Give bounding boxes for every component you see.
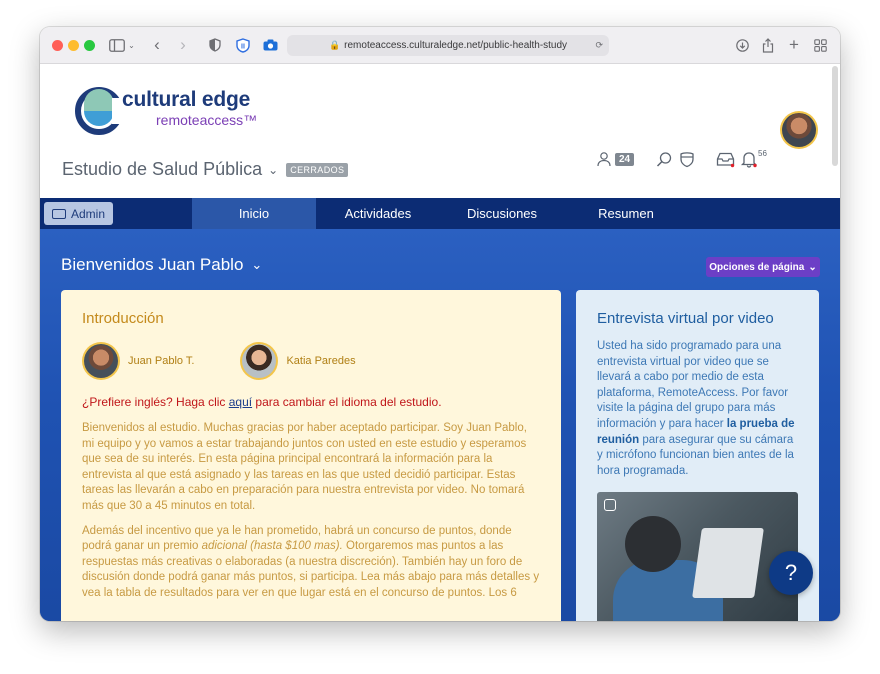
admin-label: Admin — [71, 206, 106, 221]
forward-button[interactable]: › — [176, 35, 190, 55]
chevron-down-icon: ⌄ — [268, 162, 279, 177]
tab-inicio[interactable]: Inicio — [192, 198, 316, 229]
chevron-down-icon: ⌄ — [808, 261, 817, 273]
team-member[interactable]: Katia Paredes — [240, 342, 356, 380]
web-page: cultural edge remoteaccess™ 24 56 Estudi… — [40, 64, 840, 621]
welcome-menu[interactable]: Bienvenidos Juan Pablo ⌄ — [61, 255, 262, 275]
browser-toolbar: ⌄ ‹ › II 🔒 remoteaccess.culturaledge.net… — [40, 27, 840, 64]
privacy-shield-icon[interactable] — [208, 35, 222, 55]
participants-count: 24 — [615, 152, 635, 166]
intro-paragraph: Bienvenidos al estudio. Muchas gracias p… — [82, 422, 527, 512]
main-nav: Admin Inicio Actividades Discusiones Res… — [40, 198, 840, 229]
camera-extension-icon[interactable] — [262, 35, 278, 55]
study-selector[interactable]: Estudio de Salud Pública ⌄ CERRADOS — [62, 159, 349, 180]
tab-overview-icon[interactable] — [812, 35, 828, 55]
tab-discusiones[interactable]: Discusiones — [440, 198, 564, 229]
video-card-title: Entrevista virtual por video — [597, 310, 774, 327]
tab-label: Actividades — [344, 206, 412, 221]
page-scrollbar[interactable] — [832, 66, 838, 166]
zoom-window-button[interactable] — [84, 40, 95, 51]
address-bar[interactable]: 🔒 remoteaccess.culturaledge.net/public-h… — [287, 35, 609, 56]
team-member-name: Juan Pablo T. — [128, 355, 195, 367]
intro-paragraph-emphasis: adicional (hasta $100 mas). — [201, 540, 343, 553]
sidebar-toggle-icon[interactable]: ⌄ — [108, 35, 136, 55]
video-interview-image — [597, 492, 798, 621]
intro-title: Introducción — [82, 310, 164, 327]
tab-label: Resumen — [598, 206, 654, 221]
user-icon — [597, 152, 611, 167]
user-avatar[interactable] — [780, 111, 818, 149]
intro-card: Introducción Juan Pablo T. Katia Paredes… — [61, 290, 561, 621]
reload-icon[interactable]: ⟳ — [595, 40, 603, 51]
intro-paragraph: Además del incentivo que ya le han prome… — [82, 524, 540, 602]
team-list: Juan Pablo T. Katia Paredes — [82, 341, 540, 381]
avatar-image — [782, 113, 816, 147]
briefcase-icon — [52, 208, 66, 219]
avatar — [240, 342, 279, 380]
logo-title: cultural edge — [122, 88, 251, 111]
tab-resumen[interactable]: Resumen — [564, 198, 688, 229]
url-text: remoteaccess.culturaledge.net/public-hea… — [344, 40, 568, 51]
chevron-down-icon: ⌄ — [251, 257, 263, 272]
language-note: ¿Prefiere inglés? Haga clic aquí para ca… — [82, 395, 540, 409]
site-header: cultural edge remoteaccess™ 24 56 Estudi… — [40, 64, 840, 198]
browser-window: ⌄ ‹ › II 🔒 remoteaccess.culturaledge.net… — [40, 27, 840, 621]
webcam-icon — [604, 499, 616, 511]
study-title: Estudio de Salud Pública — [62, 159, 263, 179]
page-options-label: Opciones de página — [709, 261, 805, 273]
video-card-text: Usted ha sido programado para una entrev… — [597, 339, 798, 479]
language-note-prefix: ¿Prefiere inglés? Haga clic — [82, 395, 229, 409]
close-window-button[interactable] — [52, 40, 63, 51]
help-label: ? — [784, 560, 798, 585]
change-language-link[interactable]: aquí — [229, 395, 252, 409]
video-card-text-part: Usted ha sido programado para una entrev… — [597, 340, 789, 430]
notifications-count: 56 — [758, 148, 767, 158]
lock-icon: 🔒 — [328, 40, 341, 50]
team-member-name: Katia Paredes — [286, 355, 356, 367]
cultural-edge-logo[interactable]: cultural edge remoteaccess™ — [74, 84, 274, 140]
downloads-icon[interactable] — [734, 35, 750, 55]
participants-indicator[interactable]: 24 — [596, 148, 635, 170]
svg-text:II: II — [241, 43, 245, 50]
inbox-icon[interactable] — [716, 148, 735, 170]
help-button[interactable]: ? — [769, 551, 813, 595]
new-tab-icon[interactable]: + — [786, 35, 802, 55]
admin-button[interactable]: Admin — [44, 202, 113, 225]
search-icon[interactable] — [656, 148, 673, 170]
tab-label: Discusiones — [466, 206, 538, 221]
team-member[interactable]: Juan Pablo T. — [82, 342, 194, 380]
page-options-button[interactable]: Opciones de página ⌄ — [706, 257, 820, 277]
back-button[interactable]: ‹ — [150, 35, 164, 55]
password-extension-icon[interactable]: II — [235, 35, 251, 55]
share-icon[interactable] — [760, 35, 776, 55]
avatar — [82, 342, 120, 380]
notifications-bell-icon[interactable]: 56 — [740, 148, 767, 170]
shield-icon[interactable] — [679, 148, 695, 170]
main-content: Bienvenidos Juan Pablo ⌄ Opciones de pág… — [40, 229, 840, 621]
welcome-heading: Bienvenidos Juan Pablo — [61, 255, 244, 274]
logo-subtitle: remoteaccess™ — [156, 112, 258, 128]
language-note-suffix: para cambiar el idioma del estudio. — [252, 395, 442, 409]
minimize-window-button[interactable] — [68, 40, 79, 51]
tab-label: Inicio — [238, 206, 270, 221]
study-status-badge: CERRADOS — [286, 162, 349, 177]
tab-actividades[interactable]: Actividades — [316, 198, 440, 229]
